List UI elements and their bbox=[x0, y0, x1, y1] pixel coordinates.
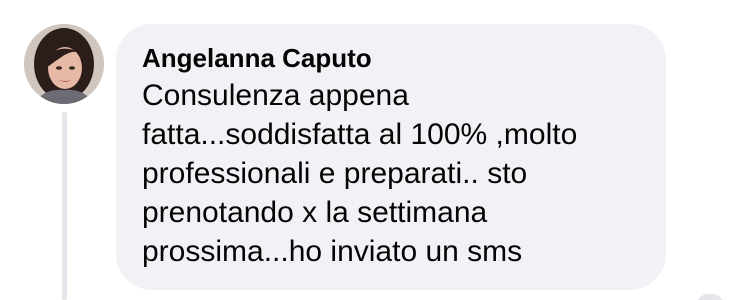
avatar[interactable] bbox=[24, 24, 104, 104]
thread-line bbox=[62, 112, 67, 300]
comment-bubble: Angelanna Caputo Consulenza appena fatta… bbox=[116, 24, 666, 290]
user-photo-icon bbox=[24, 24, 104, 104]
comment-text: Consulenza appena fatta...soddisfatta al… bbox=[142, 79, 578, 268]
comment-thread: Angelanna Caputo Consulenza appena fatta… bbox=[0, 0, 750, 300]
comment-author[interactable]: Angelanna Caputo bbox=[142, 42, 640, 74]
reaction-edge bbox=[696, 294, 724, 300]
